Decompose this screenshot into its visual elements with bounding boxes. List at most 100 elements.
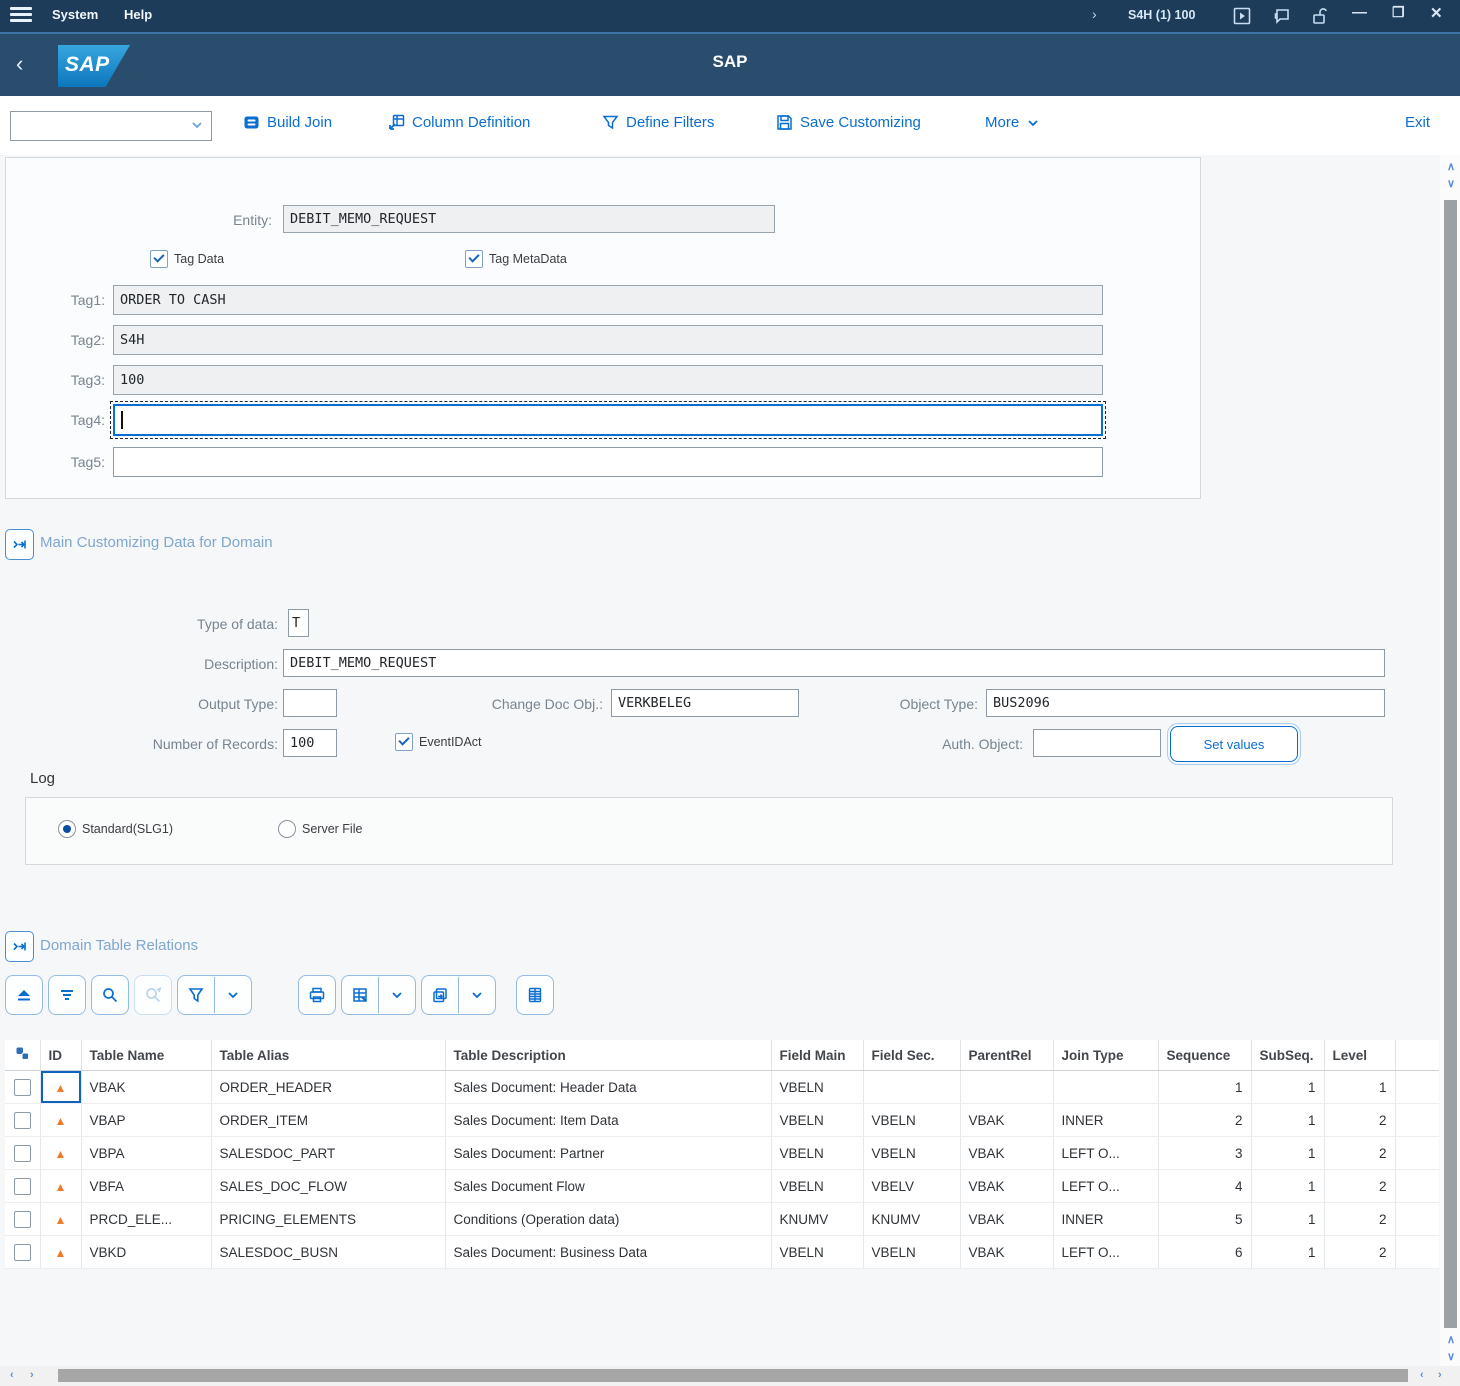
row-checkbox[interactable] [14,1178,31,1195]
scroll-up-icon[interactable]: ∧ [1447,1333,1455,1346]
scroll-right-icon[interactable]: › [1438,1369,1442,1381]
row-checkbox[interactable] [14,1244,31,1261]
row-checkbox[interactable] [14,1211,31,1228]
change-doc-obj-field[interactable]: VERKBELEG [611,689,799,717]
log-server-file-radio[interactable] [278,820,296,838]
type-of-data-field[interactable]: T [288,609,309,637]
print-button[interactable] [298,975,336,1015]
tag-metadata-checkbox[interactable] [465,250,483,268]
select-all-header[interactable] [5,1040,40,1071]
sort-ascending-icon [15,986,33,1004]
row-status-cell[interactable]: ▲ [40,1104,81,1137]
row-status-cell[interactable]: ▲ [40,1170,81,1203]
find-button[interactable] [91,975,129,1015]
col-header-join-type[interactable]: Join Type [1053,1040,1158,1071]
layout-combobox[interactable] [10,111,212,141]
scroll-down-icon[interactable]: ∨ [1447,1350,1455,1363]
chevron-down-icon [1026,116,1040,130]
unlock-icon[interactable] [1310,6,1330,26]
save-customizing-button[interactable]: Save Customizing [776,114,921,131]
scroll-down-icon[interactable]: ∨ [1447,177,1455,190]
scroll-up-icon[interactable]: ∧ [1447,160,1455,173]
horizontal-scrollbar-thumb[interactable] [58,1369,1408,1382]
define-filters-button[interactable]: Define Filters [602,114,714,131]
auth-object-label: Auth. Object: [823,736,1023,752]
sort-ascending-button[interactable] [5,975,43,1015]
maximize-button[interactable]: ❐ [1392,4,1405,21]
col-header-field-sec[interactable]: Field Sec. [863,1040,960,1071]
col-header-subseq[interactable]: SubSeq. [1251,1040,1324,1071]
auth-object-field[interactable] [1033,729,1161,757]
vertical-scrollbar-thumb[interactable] [1444,200,1457,1328]
tag-data-checkbox[interactable] [150,250,168,268]
tag3-label: Tag3: [20,372,105,388]
scroll-left-icon[interactable]: ‹ [10,1369,14,1381]
table-row[interactable]: ▲ PRCD_ELE... PRICING_ELEMENTS Condition… [5,1203,1439,1236]
search-next-icon [144,986,162,1004]
close-button[interactable]: ✕ [1430,4,1443,22]
sort-descending-button[interactable] [48,975,86,1015]
log-standard-radio[interactable] [58,820,76,838]
table-row[interactable]: ▲ VBAP ORDER_ITEM Sales Document: Item D… [5,1104,1439,1137]
table-settings-button[interactable] [516,975,554,1015]
object-type-field[interactable]: BUS2096 [986,689,1385,717]
description-field[interactable]: DEBIT_MEMO_REQUEST [283,649,1385,677]
table-row[interactable]: ▲ VBFA SALES_DOC_FLOW Sales Document Flo… [5,1170,1439,1203]
menu-system[interactable]: System [52,7,98,22]
build-join-button[interactable]: Build Join [243,114,332,131]
tag1-field[interactable]: ORDER TO CASH [113,285,1103,315]
output-type-field[interactable] [283,689,337,717]
tag3-field[interactable]: 100 [113,365,1103,395]
log-groupbox [25,797,1393,865]
row-status-cell[interactable]: ▲ [40,1203,81,1236]
column-definition-button[interactable]: Column Definition [388,114,530,131]
row-checkbox[interactable] [14,1079,31,1096]
type-of-data-label: Type of data: [78,616,278,632]
menu-help[interactable]: Help [124,7,152,22]
entity-field[interactable]: DEBIT_MEMO_REQUEST [283,205,775,233]
event-id-act-checkbox[interactable] [395,733,413,751]
row-status-cell-focused[interactable]: ▲ [40,1071,81,1104]
col-header-parentrel[interactable]: ParentRel [960,1040,1053,1071]
row-status-cell[interactable]: ▲ [40,1236,81,1269]
col-header-field-main[interactable]: Field Main [771,1040,863,1071]
tag4-field-focused[interactable] [113,404,1103,436]
warning-triangle-icon: ▲ [55,1213,67,1227]
filter-split-button[interactable] [177,975,252,1015]
views-split-button[interactable] [421,975,496,1015]
chevron-down-icon [226,988,240,1002]
tag2-label: Tag2: [20,332,105,348]
col-header-table-alias[interactable]: Table Alias [211,1040,445,1071]
collapse-section-icon[interactable] [5,931,34,962]
exit-button[interactable]: Exit [1405,114,1430,131]
row-status-cell[interactable]: ▲ [40,1137,81,1170]
gui-scripting-icon[interactable] [1232,6,1252,26]
col-header-id[interactable]: ID [40,1040,81,1071]
set-values-button[interactable]: Set values [1170,726,1298,762]
scroll-left-icon[interactable]: ‹ [1420,1369,1424,1381]
tag2-field[interactable]: S4H [113,325,1103,355]
export-split-button[interactable] [341,975,416,1015]
session-chevron-icon[interactable]: › [1092,6,1097,22]
table-row[interactable]: ▲ VBAK ORDER_HEADER Sales Document: Head… [5,1071,1439,1104]
tag5-field[interactable] [113,447,1103,477]
scroll-right-icon[interactable]: › [30,1369,34,1381]
collapse-section-icon[interactable] [5,529,34,560]
printer-icon [308,986,326,1004]
filter-icon [187,986,205,1004]
row-checkbox[interactable] [14,1145,31,1162]
hamburger-menu-icon[interactable] [10,7,32,23]
col-header-level[interactable]: Level [1324,1040,1395,1071]
col-header-table-description[interactable]: Table Description [445,1040,771,1071]
message-bubble-icon[interactable] [1272,6,1292,26]
col-header-sequence[interactable]: Sequence [1158,1040,1251,1071]
table-row[interactable]: ▲ VBPA SALESDOC_PART Sales Document: Par… [5,1137,1439,1170]
table-header-row: ID Table Name Table Alias Table Descript… [5,1040,1439,1071]
col-header-table-name[interactable]: Table Name [81,1040,211,1071]
tag-data-label: Tag Data [174,252,224,266]
number-of-records-field[interactable]: 100 [283,729,337,757]
more-button[interactable]: More [985,114,1040,131]
minimize-button[interactable]: — [1352,4,1367,21]
table-row[interactable]: ▲ VBKD SALESDOC_BUSN Sales Document: Bus… [5,1236,1439,1269]
row-checkbox[interactable] [14,1112,31,1129]
